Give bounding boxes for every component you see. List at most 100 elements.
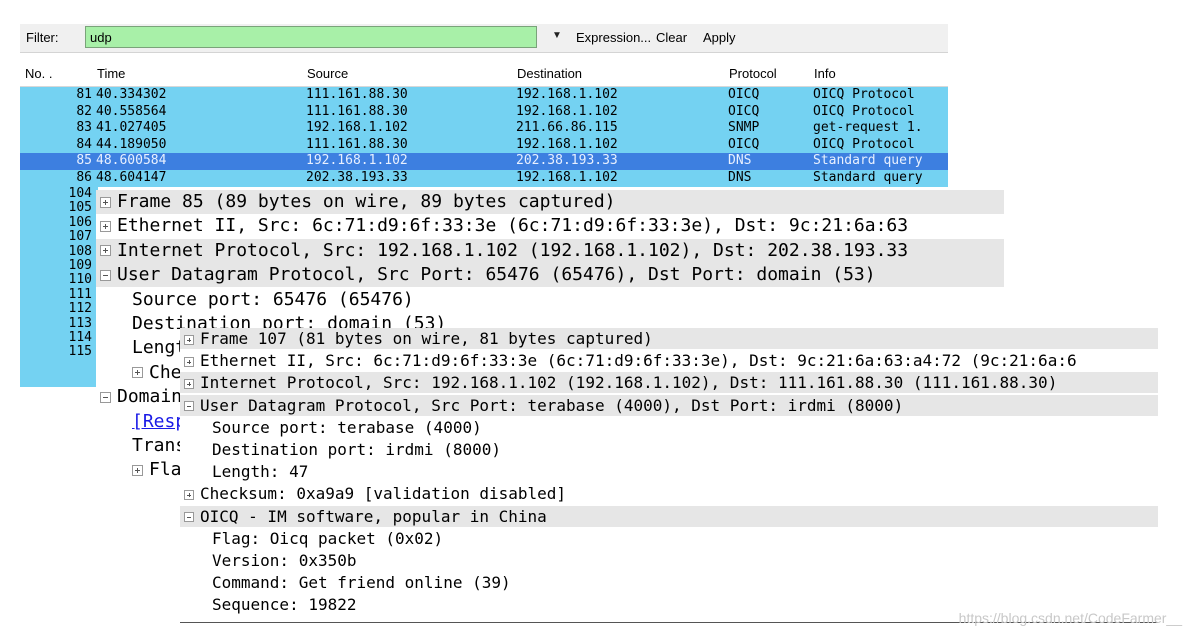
packet-cell-dst: 192.168.1.102: [516, 87, 618, 102]
packet-cell-src: 192.168.1.102: [306, 153, 408, 169]
packet-cell-info: get-request 1.: [813, 120, 923, 136]
tree-node[interactable]: Command: Get friend online (39): [180, 572, 1158, 593]
packet-cell-no: 81: [76, 87, 92, 102]
tree-node[interactable]: Flag: Oicq packet (0x02): [180, 528, 1158, 549]
packet-cell-time: 40.334302: [96, 87, 167, 102]
packet-cell-proto: OICQ: [728, 136, 760, 152]
packet-number[interactable]: 110: [20, 273, 98, 287]
tree-node[interactable]: Source port: 65476 (65476): [96, 288, 1004, 312]
packet-cell-src: 111.161.88.30: [306, 103, 408, 119]
tree-node-label: Internet Protocol, Src: 192.168.1.102 (1…: [200, 373, 1058, 393]
packet-number[interactable]: 112: [20, 301, 98, 316]
tree-node-label: Ethernet II, Src: 6c:71:d9:6f:33:3e (6c:…: [200, 351, 1077, 371]
tree-node-label: Frame 107 (81 bytes on wire, 81 bytes ca…: [200, 329, 653, 348]
clear-button[interactable]: Clear: [656, 30, 687, 45]
tree-node[interactable]: Ethernet II, Src: 6c:71:d9:6f:33:3e (6c:…: [96, 214, 1004, 238]
tree-node[interactable]: Version: 0x350b: [180, 550, 1158, 571]
packet-number[interactable]: 114: [20, 330, 98, 345]
tree-node[interactable]: Source port: terabase (4000): [180, 417, 1158, 438]
packet-cell-time: 48.604147: [96, 169, 167, 185]
tree-node-label: Command: Get friend online (39): [212, 573, 511, 593]
packet-cell-dst: 192.168.1.102: [516, 136, 618, 152]
tree-node[interactable]: Frame 107 (81 bytes on wire, 81 bytes ca…: [180, 328, 1158, 349]
tree-node[interactable]: OICQ - IM software, popular in China: [180, 505, 1158, 527]
col-no[interactable]: No. .: [25, 66, 52, 81]
expand-icon[interactable]: [132, 464, 143, 476]
expand-icon[interactable]: [184, 378, 194, 389]
tree-node-label: Source port: terabase (4000): [212, 417, 482, 437]
packet-cell-no: 84: [76, 136, 92, 152]
filter-input[interactable]: [85, 26, 537, 48]
tree-node-label: Version: 0x350b: [212, 551, 357, 570]
packet-cell-src: 192.168.1.102: [306, 120, 408, 136]
packet-row[interactable]: 86 48.604147 202.38.193.33 192.168.1.102 DNS…: [20, 169, 948, 187]
packet-list-hidden-rows: 104 105 106 107 108 109 110 111 112 113 114 115: [20, 186, 98, 387]
packet-row[interactable]: 81 40.334302 111.161.88.30 192.168.1.102 OIC…: [20, 87, 948, 104]
tree-node[interactable]: Internet Protocol, Src: 192.168.1.102 (1…: [96, 238, 1004, 263]
packet-row[interactable]: 82 40.558564 111.161.88.30 192.168.1.102 OIC…: [20, 103, 948, 121]
packet-cell-proto: OICQ: [728, 103, 760, 119]
col-protocol[interactable]: Protocol: [729, 66, 777, 81]
tree-node[interactable]: Destination port: irdmi (8000): [180, 439, 1158, 460]
packet-details-panel-107: Frame 107 (81 bytes on wire, 81 bytes ca…: [180, 328, 1158, 623]
packet-cell-info: OICQ Protocol: [813, 136, 915, 152]
collapse-icon[interactable]: [100, 391, 111, 403]
col-source[interactable]: Source: [307, 66, 348, 81]
packet-cell-proto: DNS: [728, 153, 752, 169]
collapse-icon[interactable]: [184, 512, 194, 523]
collapse-icon[interactable]: [184, 401, 194, 412]
packet-number[interactable]: 113: [20, 316, 98, 331]
packet-cell-src: 111.161.88.30: [306, 87, 408, 102]
packet-list-header: No. . Time Source Destination Protocol I…: [20, 62, 948, 87]
expand-icon[interactable]: [184, 334, 194, 345]
packet-number[interactable]: 109: [20, 258, 98, 273]
expand-icon[interactable]: [100, 220, 111, 232]
tree-node[interactable]: Ethernet II, Src: 6c:71:d9:6f:33:3e (6c:…: [180, 350, 1158, 371]
expand-icon[interactable]: [100, 245, 111, 257]
packet-cell-dst: 202.38.193.33: [516, 153, 618, 169]
packet-cell-proto: SNMP: [728, 120, 760, 136]
packet-cell-no: 82: [76, 103, 92, 119]
tree-node[interactable]: Frame 85 (89 bytes on wire, 89 bytes cap…: [96, 190, 1004, 214]
tree-node-label: Sequence: 19822: [212, 595, 357, 615]
packet-number[interactable]: 108: [20, 244, 98, 259]
tree-node[interactable]: User Datagram Protocol, Src Port: teraba…: [180, 394, 1158, 416]
packet-cell-info: Standard query: [813, 153, 923, 169]
packet-cell-info: OICQ Protocol: [813, 103, 915, 119]
tree-node[interactable]: Length: 47: [180, 461, 1158, 482]
expand-icon[interactable]: [184, 489, 194, 500]
tree-node-label: User Datagram Protocol, Src Port: teraba…: [200, 395, 904, 415]
col-time[interactable]: Time: [97, 66, 125, 81]
packet-cell-info: OICQ Protocol: [813, 87, 915, 102]
packet-row[interactable]: 83 41.027405 192.168.1.102 211.66.86.115 SNM…: [20, 120, 948, 137]
packet-cell-time: 44.189050: [96, 136, 167, 152]
expand-icon[interactable]: [100, 196, 111, 208]
packet-row[interactable]: 84 44.189050 111.161.88.30 192.168.1.102 OIC…: [20, 136, 948, 154]
packet-cell-no: 83: [76, 120, 92, 136]
watermark: https://blog.csdn.net/CodeFarmer__: [958, 610, 1182, 626]
tree-node[interactable]: User Datagram Protocol, Src Port: 65476 …: [96, 263, 1004, 288]
expression-button[interactable]: Expression...: [576, 30, 651, 45]
expand-icon[interactable]: [184, 356, 194, 367]
packet-cell-time: 48.600584: [96, 153, 167, 169]
collapse-icon[interactable]: [100, 269, 111, 281]
filter-dropdown-icon[interactable]: ▼: [552, 30, 562, 41]
tree-node[interactable]: Internet Protocol, Src: 192.168.1.102 (1…: [180, 372, 1158, 394]
packet-number[interactable]: 106: [20, 215, 98, 230]
packet-row[interactable]: 85 48.600584 192.168.1.102 202.38.193.33 DNS…: [20, 153, 948, 170]
apply-button[interactable]: Apply: [703, 30, 736, 45]
packet-number[interactable]: 111: [20, 287, 98, 302]
tree-node[interactable]: Checksum: 0xa9a9 [validation disabled]: [180, 483, 1158, 504]
packet-number[interactable]: 104: [20, 186, 98, 201]
tree-node-label: OICQ - IM software, popular in China: [200, 506, 547, 526]
packet-number[interactable]: 115: [20, 345, 98, 359]
packet-number[interactable]: 105: [20, 201, 98, 215]
col-destination[interactable]: Destination: [517, 66, 582, 81]
expand-icon[interactable]: [132, 367, 143, 379]
col-info[interactable]: Info: [814, 66, 836, 81]
tree-node-label: Destination port: irdmi (8000): [212, 440, 501, 459]
packet-cell-proto: DNS: [728, 169, 752, 185]
packet-number[interactable]: 107: [20, 229, 98, 244]
packet-cell-dst: 192.168.1.102: [516, 103, 618, 119]
packet-cell-dst: 211.66.86.115: [516, 120, 618, 136]
